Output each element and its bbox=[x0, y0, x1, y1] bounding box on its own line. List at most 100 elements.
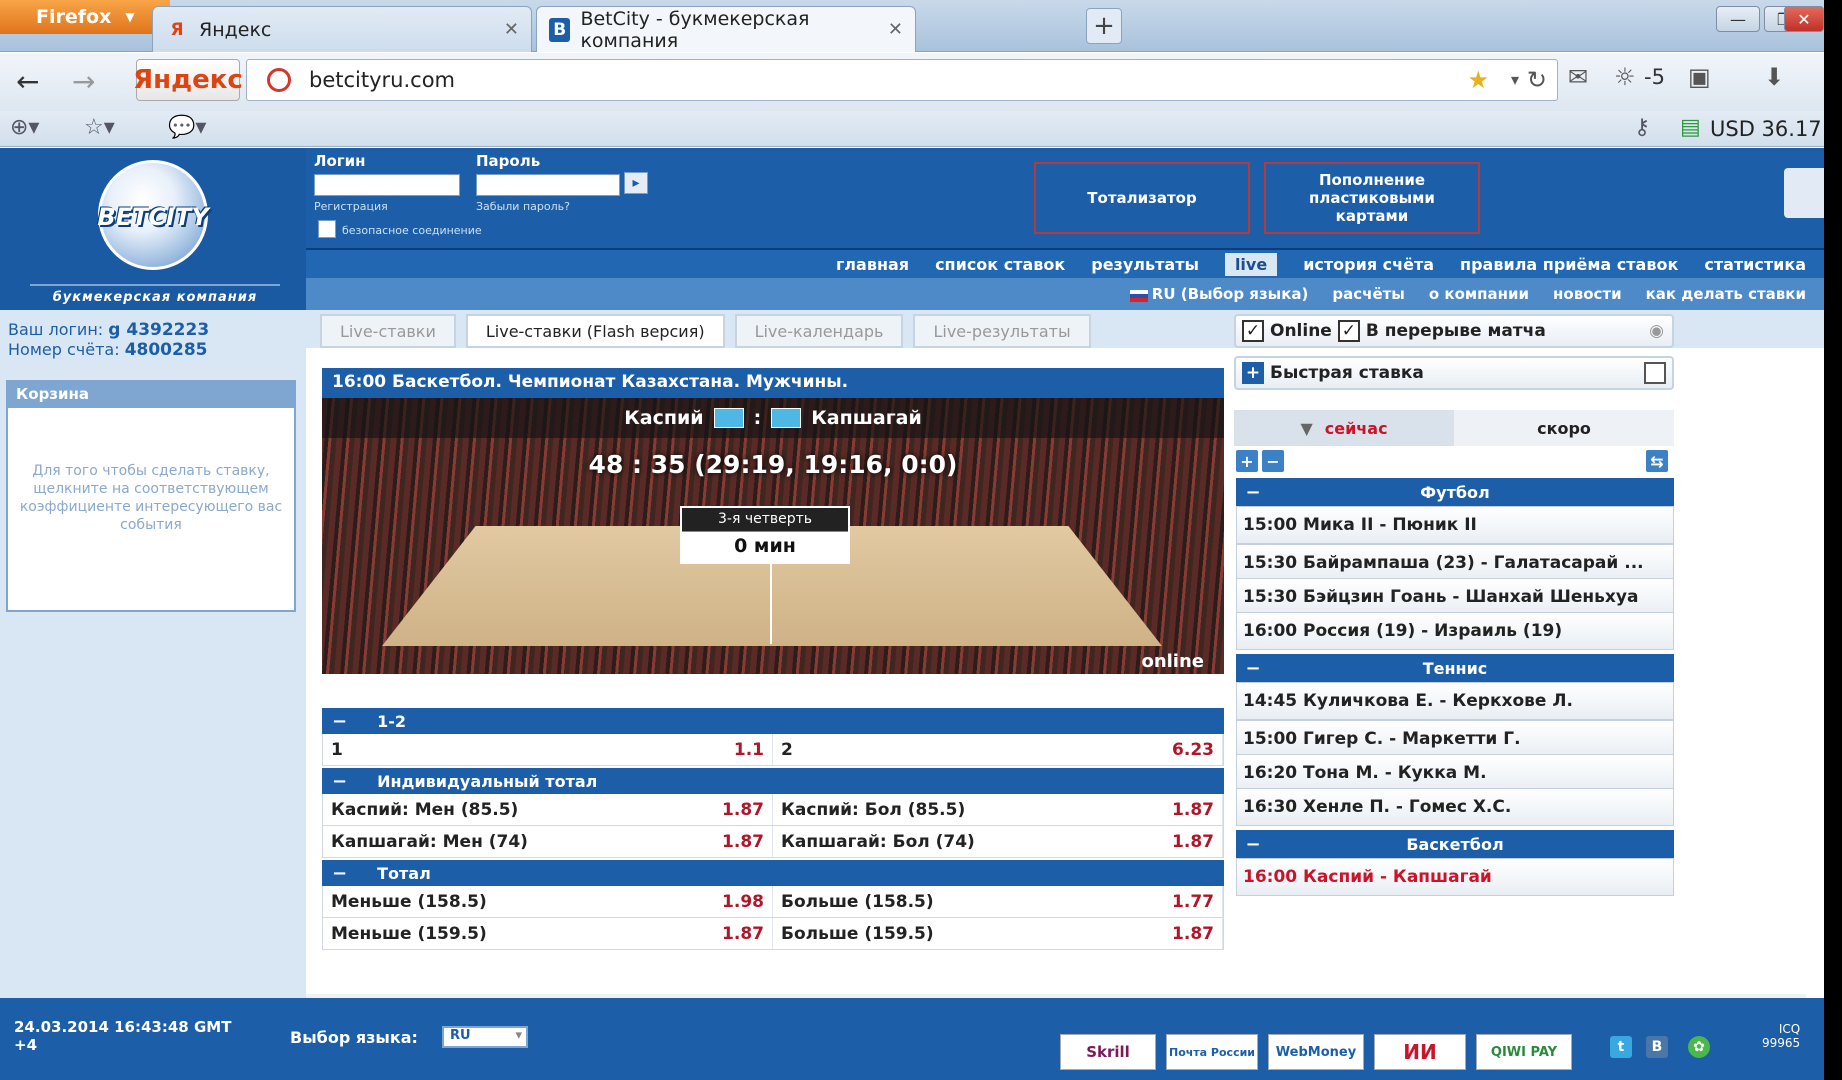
menu-live[interactable]: live bbox=[1224, 252, 1278, 276]
event-item[interactable]: 15:00 Гигер С. - Маркетти Г. bbox=[1236, 720, 1674, 758]
odd-value[interactable]: 1.87 bbox=[722, 924, 764, 944]
webmoney-logo[interactable]: WebMoney bbox=[1268, 1034, 1364, 1070]
quick-bet-checkbox[interactable] bbox=[1644, 362, 1666, 384]
collapse-icon[interactable]: − bbox=[332, 771, 347, 792]
odd-value[interactable]: 6.23 bbox=[1172, 740, 1214, 760]
tab-betcity[interactable]: B BetCity - букмекерская компания ✕ bbox=[536, 6, 916, 52]
odd-value[interactable]: 1.87 bbox=[722, 832, 764, 852]
key-icon[interactable]: ⚷ bbox=[1634, 115, 1650, 140]
event-item[interactable]: 15:00 Мика II - Пюник II bbox=[1236, 506, 1674, 544]
favorites-star-icon[interactable]: ☆▾ bbox=[84, 115, 115, 140]
market-header[interactable]: − 1-2 bbox=[322, 708, 1224, 734]
language-selector[interactable]: RU (Выбор языка) bbox=[1129, 285, 1308, 303]
password-input[interactable] bbox=[476, 174, 620, 196]
break-checkbox[interactable]: ✓ bbox=[1337, 320, 1360, 342]
tab-live-flash[interactable]: Live-ставки (Flash версия) bbox=[465, 314, 725, 348]
outcome-cell[interactable]: Каспий: Мен (85.5) 1.87 bbox=[323, 794, 773, 825]
odd-value[interactable]: 1.77 bbox=[1172, 892, 1214, 912]
yandex-home-button[interactable]: Яндекс bbox=[133, 59, 243, 101]
logo[interactable]: BETCITY букмекерская компания bbox=[0, 148, 306, 310]
event-item[interactable]: 16:00 Россия (19) - Израиль (19) bbox=[1236, 612, 1674, 650]
expand-icon[interactable]: + bbox=[1242, 362, 1264, 384]
tab-yandex[interactable]: Я Яндекс ✕ bbox=[152, 6, 532, 52]
tab-live-calendar[interactable]: Live-календарь bbox=[734, 314, 904, 348]
address-bar[interactable]: betcityru.com ★ ▾ ↻ bbox=[246, 59, 1558, 101]
forgot-password-link[interactable]: Забыли пароль? bbox=[476, 200, 570, 213]
refresh-icon[interactable]: ⇆ bbox=[1646, 450, 1668, 472]
outcome-cell[interactable]: 2 6.23 bbox=[773, 734, 1223, 765]
exit-icon[interactable] bbox=[1784, 168, 1824, 218]
menu-about[interactable]: о компании bbox=[1429, 285, 1529, 303]
event-item[interactable]: 16:30 Хенле П. - Гомес Х.С. bbox=[1236, 788, 1674, 826]
tab-live-results[interactable]: Live-результаты bbox=[913, 314, 1091, 348]
menu-results[interactable]: результаты bbox=[1091, 255, 1199, 274]
collapse-icon[interactable]: − bbox=[1236, 482, 1270, 503]
register-link[interactable]: Регистрация bbox=[314, 200, 388, 213]
menu-home[interactable]: главная bbox=[836, 255, 909, 274]
collapse-icon[interactable]: − bbox=[332, 863, 347, 884]
odd-value[interactable]: 1.98 bbox=[722, 892, 764, 912]
event-item-active[interactable]: 16:00 Каспий - Капшагай bbox=[1236, 858, 1674, 896]
outcome-cell[interactable]: Каспий: Бол (85.5) 1.87 bbox=[773, 794, 1223, 825]
secure-connection-checkbox[interactable] bbox=[318, 220, 336, 238]
odd-value[interactable]: 1.87 bbox=[1172, 800, 1214, 820]
collapse-icon[interactable]: − bbox=[332, 711, 347, 732]
expand-all-icon[interactable]: + bbox=[1236, 450, 1258, 472]
menu-news[interactable]: новости bbox=[1553, 285, 1622, 303]
yandex-search-icon[interactable]: ⊕▾ bbox=[10, 115, 39, 140]
tab-soon[interactable]: скоро bbox=[1454, 410, 1674, 446]
site-identity-icon[interactable] bbox=[267, 68, 291, 92]
mail-icon[interactable]: ✉ bbox=[1568, 63, 1588, 91]
topup-cards-button[interactable]: Пополнение пластиковыми картами bbox=[1264, 162, 1480, 234]
payment-logo-4[interactable]: ИИ bbox=[1374, 1034, 1466, 1070]
outcome-cell[interactable]: Больше (159.5) 1.87 bbox=[773, 918, 1223, 949]
language-select[interactable]: RU ▾ bbox=[442, 1026, 528, 1048]
back-arrow-icon[interactable]: ← bbox=[16, 65, 39, 98]
reload-icon[interactable]: ↻ bbox=[1527, 66, 1547, 94]
outcome-cell[interactable]: Меньше (159.5) 1.87 bbox=[323, 918, 773, 949]
minimize-button[interactable]: — bbox=[1716, 6, 1760, 32]
star-bookmark-icon[interactable]: ★ bbox=[1467, 66, 1489, 94]
outcome-cell[interactable]: Больше (158.5) 1.77 bbox=[773, 886, 1223, 917]
odd-value[interactable]: 1.87 bbox=[1172, 924, 1214, 944]
firefox-menu-button[interactable]: Firefox ▼ bbox=[0, 0, 170, 34]
tab-live-bets[interactable]: Live-ставки bbox=[320, 314, 456, 348]
menu-how-to-bet[interactable]: как делать ставки bbox=[1646, 285, 1806, 303]
odd-value[interactable]: 1.1 bbox=[734, 740, 764, 760]
totalizator-button[interactable]: Тотализатор bbox=[1034, 162, 1250, 234]
outcome-cell[interactable]: 1 1.1 bbox=[323, 734, 773, 765]
odd-value[interactable]: 1.87 bbox=[722, 800, 764, 820]
url-dropdown-icon[interactable]: ▾ bbox=[1511, 70, 1519, 89]
outcome-cell[interactable]: Капшагай: Бол (74) 1.87 bbox=[773, 826, 1223, 857]
market-header[interactable]: − Индивидуальный тотал bbox=[322, 768, 1224, 794]
close-window-button[interactable]: ✕ bbox=[1784, 6, 1824, 32]
chat-bubble-icon[interactable]: 💬▾ bbox=[168, 115, 206, 140]
login-input[interactable] bbox=[314, 174, 460, 196]
menu-statistics[interactable]: статистика bbox=[1704, 255, 1806, 274]
collapse-icon[interactable]: − bbox=[1236, 834, 1270, 855]
close-tab-icon[interactable]: ✕ bbox=[504, 19, 519, 40]
menu-bet-list[interactable]: список ставок bbox=[935, 255, 1065, 274]
sport-header-football[interactable]: − Футбол bbox=[1236, 478, 1674, 506]
icq-flower-icon[interactable]: ✿ bbox=[1688, 1036, 1710, 1058]
market-header[interactable]: − Тотал bbox=[322, 860, 1224, 886]
login-submit-button[interactable]: ▸ bbox=[624, 172, 648, 194]
collapse-icon[interactable]: − bbox=[1236, 658, 1270, 679]
event-item[interactable]: 15:30 Бэйцзин Гоань - Шанхай Шеньхуа bbox=[1236, 578, 1674, 616]
menu-bet-rules[interactable]: правила приёма ставок bbox=[1460, 255, 1678, 274]
menu-settlements[interactable]: расчёты bbox=[1332, 285, 1404, 303]
weather-icon[interactable]: ☼ bbox=[1614, 63, 1636, 91]
twitter-icon[interactable]: t bbox=[1610, 1036, 1632, 1058]
outcome-cell[interactable]: Капшагай: Мен (74) 1.87 bbox=[323, 826, 773, 857]
vkontakte-icon[interactable]: B bbox=[1646, 1036, 1668, 1058]
russian-post-logo[interactable]: Почта России bbox=[1166, 1034, 1258, 1070]
new-tab-button[interactable]: + bbox=[1086, 8, 1122, 44]
close-tab-icon[interactable]: ✕ bbox=[888, 19, 903, 40]
menu-account-history[interactable]: история счёта bbox=[1303, 255, 1434, 274]
sport-header-basketball[interactable]: − Баскетбол bbox=[1236, 830, 1674, 858]
qiwi-pay-logo[interactable]: QIWI PAY bbox=[1476, 1034, 1572, 1070]
forward-arrow-icon[interactable]: → bbox=[72, 65, 95, 98]
download-icon[interactable]: ⬇ bbox=[1764, 63, 1784, 91]
tab-now[interactable]: ▼ сейчас bbox=[1234, 410, 1454, 446]
skrill-logo[interactable]: Skrill bbox=[1060, 1034, 1156, 1070]
